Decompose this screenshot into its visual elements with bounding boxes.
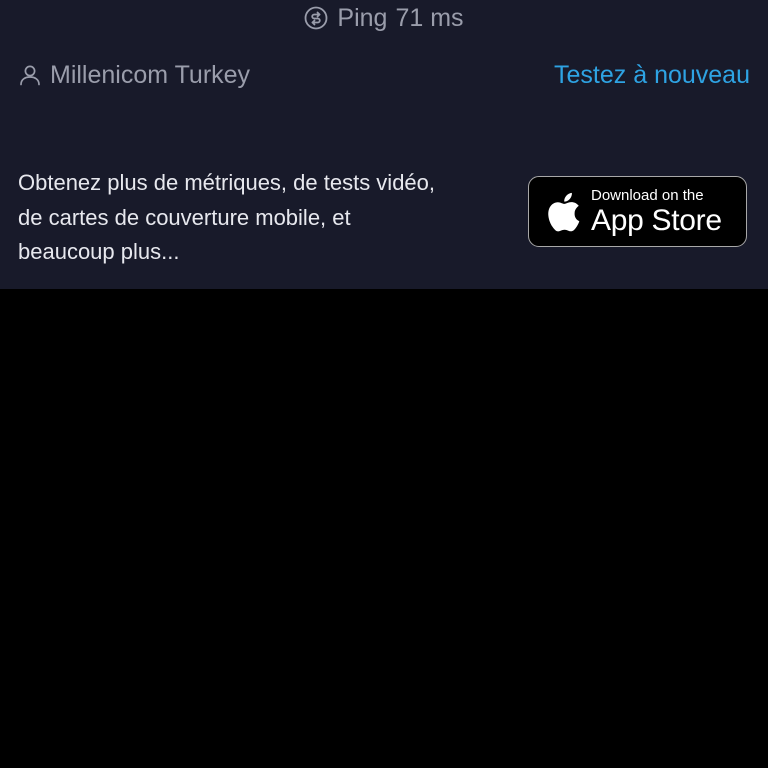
ping-unit: ms [430,3,464,32]
ping-value: 71 [395,3,424,32]
provider-info: Millenicom Turkey [18,58,250,92]
provider-name: Millenicom Turkey [50,60,251,89]
app-store-button[interactable]: Download on the App Store [528,176,747,247]
promo-line: de cartes de couverture mobile, et [18,204,351,230]
ping-gauge-icon [304,6,328,30]
app-store-big-text: App Store [591,203,722,237]
apple-logo-icon [545,191,581,233]
promo-text: Obtenez plus de métriques, de tests vidé… [18,166,508,270]
user-icon [18,63,42,87]
ping-label: Ping [337,3,388,32]
promo-line: Obtenez plus de métriques, de tests vidé… [18,170,436,195]
ping-readout: Ping 71 ms [0,0,768,36]
result-panel: Ping 71 ms Millenicom Turkey Testez à no… [0,0,768,289]
promo-line: beaucoup plus... [18,239,180,264]
app-store-small-text: Download on the [591,186,704,204]
retest-link[interactable]: Testez à nouveau [554,58,750,92]
